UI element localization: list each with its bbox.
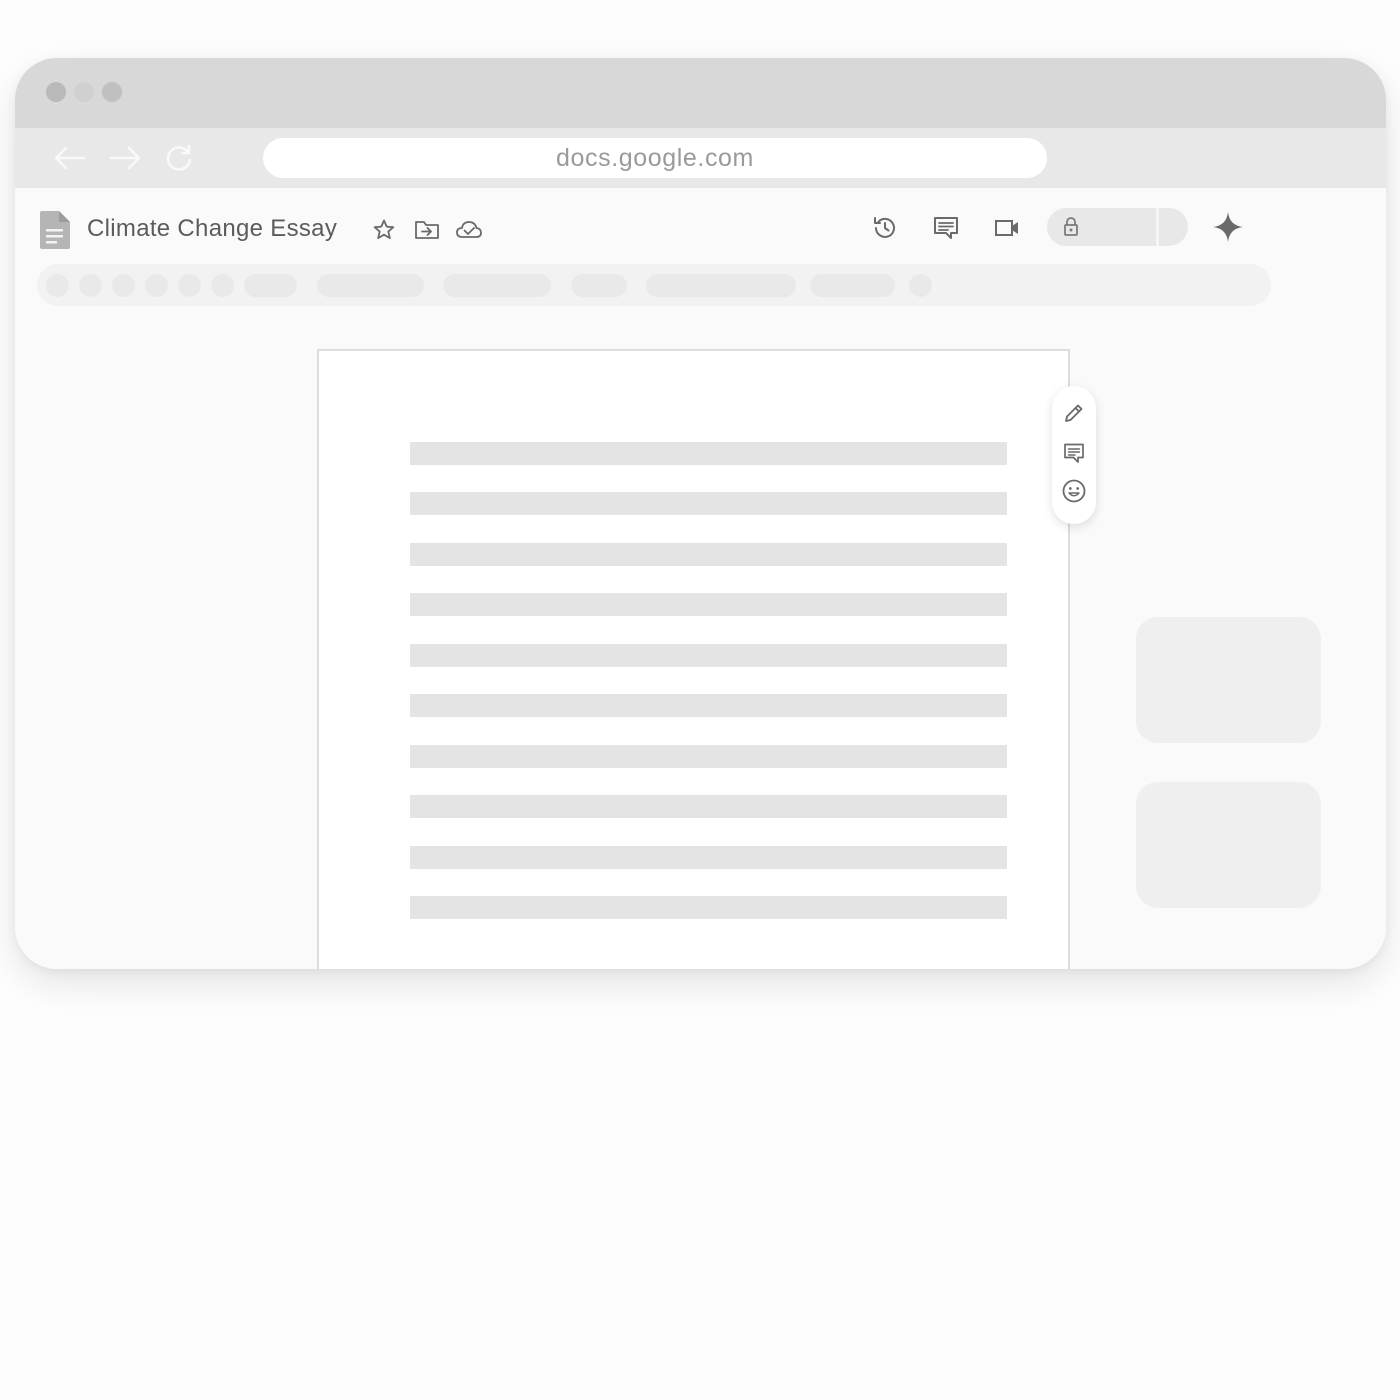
- toolbar-button[interactable]: [112, 274, 135, 297]
- text-line-placeholder: [410, 492, 1007, 515]
- text-line-placeholder: [410, 745, 1007, 768]
- minimize-window-dot[interactable]: [74, 82, 94, 102]
- lock-icon: [1064, 217, 1078, 236]
- text-line-placeholder: [410, 694, 1007, 717]
- document-status-button[interactable]: [455, 216, 483, 244]
- toolbar-button[interactable]: [178, 274, 201, 297]
- reload-button[interactable]: [162, 142, 196, 174]
- share-divider: [1156, 208, 1159, 246]
- text-line-placeholder: [410, 442, 1007, 465]
- add-comment-button[interactable]: [1061, 440, 1087, 466]
- toolbar-dropdown[interactable]: [317, 274, 424, 297]
- toolbar-dropdown[interactable]: [244, 274, 297, 297]
- url-text: docs.google.com: [555, 143, 754, 172]
- star-icon: [373, 219, 395, 239]
- share-button[interactable]: [1047, 208, 1188, 246]
- cloud-saved-icon: [456, 221, 482, 238]
- toolbar-dropdown[interactable]: [443, 274, 551, 297]
- emoji-reaction-button[interactable]: [1061, 478, 1087, 504]
- move-to-folder-icon: [415, 221, 439, 239]
- move-button[interactable]: [413, 216, 441, 244]
- browser-navbar: docs.google.com: [15, 128, 1386, 188]
- document-page[interactable]: [317, 349, 1070, 969]
- version-history-button[interactable]: [869, 212, 901, 244]
- gemini-button[interactable]: [1211, 210, 1245, 244]
- meet-button[interactable]: [991, 212, 1023, 244]
- floating-action-menu: [1052, 386, 1096, 524]
- side-panel-card[interactable]: [1136, 617, 1321, 743]
- toolbar-button[interactable]: [909, 274, 932, 297]
- toolbar-button[interactable]: [211, 274, 234, 297]
- toolbar-dropdown[interactable]: [810, 274, 895, 297]
- address-bar[interactable]: docs.google.com: [263, 138, 1047, 178]
- docs-app: Climate Change Essay: [15, 188, 1386, 969]
- browser-window: docs.google.com Climate Change Essay: [15, 58, 1386, 969]
- toolbar-dropdown[interactable]: [571, 274, 627, 297]
- text-line-placeholder: [410, 896, 1007, 919]
- forward-button[interactable]: [108, 142, 142, 174]
- close-window-dot[interactable]: [46, 82, 66, 102]
- edit-icon: [1065, 404, 1083, 422]
- add-comment-icon: [1064, 443, 1084, 463]
- toolbar-button[interactable]: [79, 274, 102, 297]
- toolbar-button[interactable]: [46, 274, 69, 297]
- comments-button[interactable]: [930, 212, 962, 244]
- browser-titlebar: [15, 58, 1386, 128]
- arrow-right-icon: [109, 146, 141, 170]
- comments-icon: [934, 217, 958, 239]
- docs-logo-icon[interactable]: [37, 210, 71, 255]
- suggest-edit-button[interactable]: [1061, 400, 1087, 426]
- side-panel-card[interactable]: [1136, 782, 1321, 908]
- arrow-left-icon: [54, 146, 86, 170]
- text-line-placeholder: [410, 543, 1007, 566]
- emoji-reaction-icon: [1062, 479, 1086, 503]
- maximize-window-dot[interactable]: [102, 82, 122, 102]
- reload-icon: [166, 144, 192, 171]
- document-title[interactable]: Climate Change Essay: [87, 215, 337, 243]
- toolbar-dropdown[interactable]: [646, 274, 796, 297]
- meet-video-icon: [995, 220, 1018, 236]
- gemini-sparkle-icon: [1213, 212, 1243, 242]
- toolbar-button[interactable]: [145, 274, 168, 297]
- text-line-placeholder: [410, 644, 1007, 667]
- text-line-placeholder: [410, 593, 1007, 616]
- formatting-toolbar: [37, 264, 1271, 306]
- text-line-placeholder: [410, 846, 1007, 869]
- version-history-icon: [874, 217, 895, 238]
- text-line-placeholder: [410, 795, 1007, 818]
- back-button[interactable]: [53, 142, 87, 174]
- star-button[interactable]: [370, 216, 398, 244]
